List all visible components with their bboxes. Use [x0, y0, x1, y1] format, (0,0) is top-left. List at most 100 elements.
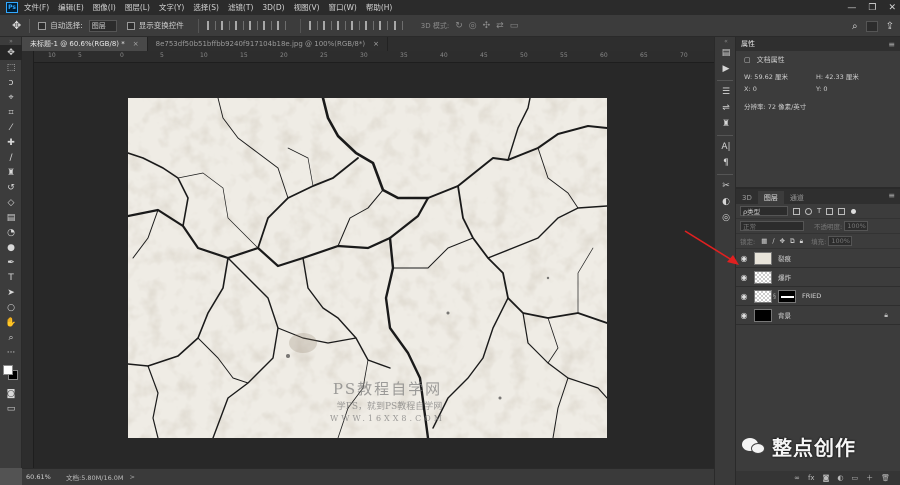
layer-row-background[interactable]: ◉ 背景 🔒︎: [736, 306, 900, 325]
smart-object-filter-icon[interactable]: [838, 207, 846, 215]
layer-style-icon[interactable]: fx: [808, 474, 815, 482]
canvas-area[interactable]: PS教程自学网 学PS，就到PS教程自学网 WWW.16XX8.COM: [34, 63, 714, 468]
distribute-bottom-icon[interactable]: [336, 21, 346, 30]
panel-menu-icon[interactable]: ≡: [888, 191, 895, 200]
lasso-tool-icon[interactable]: ↄ: [0, 75, 22, 90]
new-adjustment-icon[interactable]: ◐: [837, 474, 843, 482]
close-button[interactable]: ✕: [888, 3, 896, 13]
path-selection-tool-icon[interactable]: ➤: [0, 285, 22, 300]
3d-pan-icon[interactable]: ✣: [483, 21, 491, 31]
panel-menu-icon[interactable]: ≡: [888, 40, 895, 49]
hand-tool-icon[interactable]: ✋: [0, 315, 22, 330]
lock-pixels-icon[interactable]: ∕: [772, 237, 774, 245]
visibility-eye-icon[interactable]: ◉: [736, 292, 752, 301]
auto-select-checkbox[interactable]: [38, 21, 47, 30]
swatches-icon[interactable]: ◐: [715, 194, 737, 210]
tool-presets-icon[interactable]: ✂: [715, 178, 737, 194]
adjustment-filter-icon[interactable]: [805, 207, 812, 215]
layer-row-cracks[interactable]: ◉ 裂痕: [736, 249, 900, 268]
lock-position-icon[interactable]: ✥: [780, 237, 785, 245]
minimize-button[interactable]: —: [847, 3, 856, 13]
history-icon[interactable]: ▤: [715, 45, 737, 61]
filter-toggle-icon[interactable]: [851, 208, 857, 214]
layer-name[interactable]: 背景: [778, 310, 791, 320]
distribute-right-icon[interactable]: [378, 21, 388, 30]
align-vcenter-icon[interactable]: [220, 21, 230, 30]
lock-transparent-icon[interactable]: ▦: [761, 237, 767, 245]
link-chain-icon[interactable]: §: [773, 293, 776, 300]
document-canvas[interactable]: PS教程自学网 学PS，就到PS教程自学网 WWW.16XX8.COM: [128, 98, 607, 438]
actions-icon[interactable]: ▶: [715, 61, 737, 77]
align-right-icon[interactable]: [276, 21, 286, 30]
type-filter-icon[interactable]: T: [817, 207, 821, 215]
3d-roll-icon[interactable]: ◎: [469, 21, 477, 31]
auto-align-icon[interactable]: [393, 21, 403, 30]
menu-edit[interactable]: 编辑(E): [58, 2, 84, 13]
delete-layer-icon[interactable]: 🗑︎: [881, 474, 890, 482]
layer-name[interactable]: 裂痕: [778, 253, 791, 263]
menu-layer[interactable]: 图层(L): [125, 2, 150, 13]
clone-source-icon[interactable]: ♜: [715, 116, 737, 132]
align-top-icon[interactable]: [206, 21, 216, 30]
share-icon[interactable]: ⇪: [886, 21, 894, 32]
align-left-icon[interactable]: [248, 21, 258, 30]
quick-select-tool-icon[interactable]: ⌖: [0, 90, 22, 105]
status-menu-arrow-icon[interactable]: >: [130, 473, 135, 481]
move-tool-icon[interactable]: ✥: [0, 45, 22, 60]
move-tool-icon[interactable]: ✥: [12, 19, 21, 32]
menu-window[interactable]: 窗口(W): [329, 2, 357, 13]
link-layers-icon[interactable]: ∞: [794, 474, 800, 482]
show-transform-checkbox[interactable]: [126, 21, 135, 30]
menu-image[interactable]: 图像(I): [93, 2, 116, 13]
menu-filter[interactable]: 滤镜(T): [228, 2, 253, 13]
brush-tool-icon[interactable]: ∕: [0, 150, 22, 165]
visibility-eye-icon[interactable]: ◉: [736, 311, 752, 320]
shape-tool-icon[interactable]: ○: [0, 300, 22, 315]
history-brush-tool-icon[interactable]: ↺: [0, 180, 22, 195]
menu-help[interactable]: 帮助(H): [366, 2, 393, 13]
y-value[interactable]: Y: 0: [816, 85, 828, 93]
distribute-vcenter-icon[interactable]: [322, 21, 332, 30]
menu-file[interactable]: 文件(F): [24, 2, 49, 13]
3d-scale-icon[interactable]: ▭: [510, 21, 519, 31]
marquee-tool-icon[interactable]: ⬚: [0, 60, 22, 75]
auto-select-dropdown[interactable]: 图层: [88, 19, 117, 32]
distribute-left-icon[interactable]: [350, 21, 360, 30]
close-icon[interactable]: ×: [133, 40, 139, 48]
tab-channels[interactable]: 通道: [784, 191, 810, 204]
visibility-eye-icon[interactable]: ◉: [736, 273, 752, 282]
brush-settings-icon[interactable]: ⇌: [715, 100, 737, 116]
search-icon[interactable]: ⌕: [852, 21, 858, 32]
dodge-tool-icon[interactable]: ●: [0, 240, 22, 255]
lock-all-icon[interactable]: 🔒︎: [800, 237, 803, 246]
pixel-filter-icon[interactable]: [793, 207, 800, 215]
type-tool-icon[interactable]: T: [0, 270, 22, 285]
close-icon[interactable]: ×: [373, 40, 379, 48]
lock-icon[interactable]: 🔒︎: [884, 311, 888, 320]
tab-layers[interactable]: 图层: [757, 191, 784, 204]
blend-mode-dropdown[interactable]: 正常: [740, 221, 804, 231]
opacity-input[interactable]: 100%: [844, 221, 869, 231]
screen-mode-icon[interactable]: ▭: [0, 401, 22, 416]
workspace-switcher-icon[interactable]: [865, 20, 878, 32]
menu-view[interactable]: 视图(V): [294, 2, 320, 13]
zoom-tool-icon[interactable]: ⌕: [0, 330, 22, 345]
clone-stamp-tool-icon[interactable]: ♜: [0, 165, 22, 180]
menu-type[interactable]: 文字(Y): [159, 2, 184, 13]
foreground-color-swatch[interactable]: [3, 365, 13, 375]
paragraph-icon[interactable]: ¶: [715, 155, 737, 171]
layer-mask-thumbnail[interactable]: [778, 289, 796, 303]
crop-tool-icon[interactable]: ⌗: [0, 105, 22, 120]
layer-name[interactable]: FRIED: [802, 292, 821, 300]
x-value[interactable]: X: 0: [744, 85, 816, 93]
layer-row-explosion[interactable]: ◉ 爆炸: [736, 268, 900, 287]
distribute-top-icon[interactable]: [308, 21, 318, 30]
lock-artboard-icon[interactable]: ⧉: [790, 237, 795, 246]
align-hcenter-icon[interactable]: [262, 21, 272, 30]
3d-slide-icon[interactable]: ⇄: [496, 21, 504, 31]
adjustments-icon[interactable]: ☰: [715, 84, 737, 100]
new-layer-icon[interactable]: ＋: [866, 473, 873, 483]
3d-orbit-icon[interactable]: ↻: [455, 21, 463, 31]
character-icon[interactable]: A|: [715, 139, 737, 155]
tab-3d[interactable]: 3D: [736, 191, 758, 204]
